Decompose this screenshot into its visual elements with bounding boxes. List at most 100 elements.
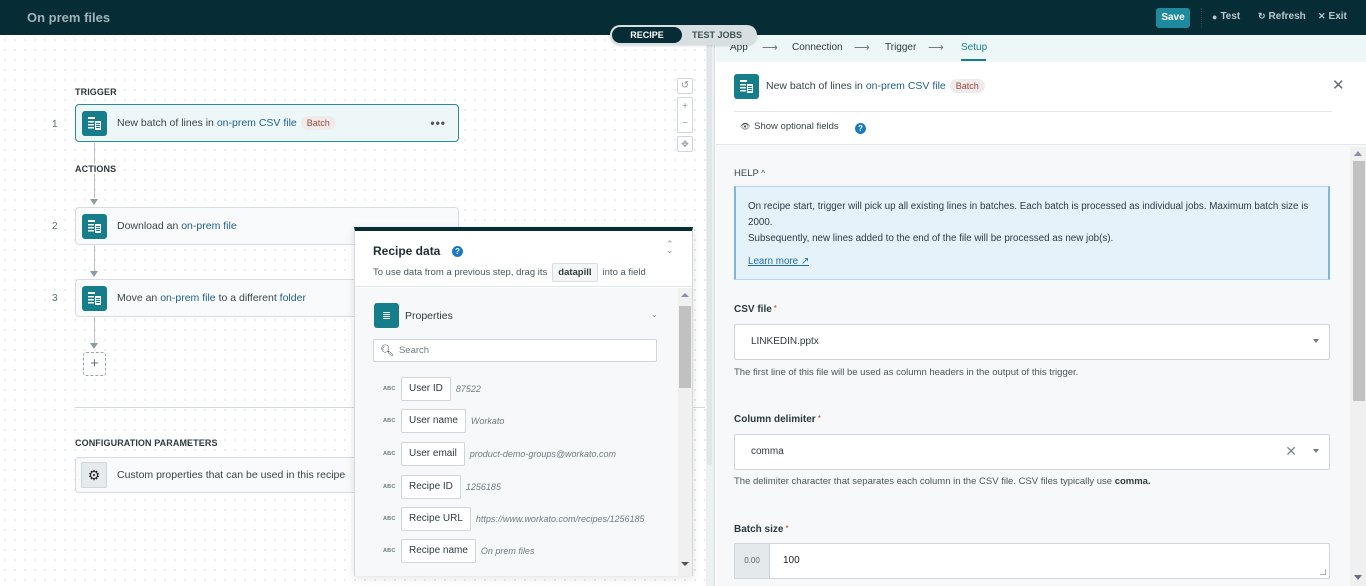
datapill[interactable]: User email: [401, 442, 465, 466]
test-button[interactable]: ● Test: [1212, 11, 1240, 22]
datapill-row: ABC Recipe URL https://www.workato.com/r…: [383, 507, 645, 531]
move-icon: ✥: [681, 139, 689, 149]
datapill[interactable]: Recipe name: [401, 539, 476, 563]
show-optional-fields-button[interactable]: 👁 Show optional fields: [740, 121, 839, 132]
scroll-down-icon[interactable]: [681, 562, 689, 566]
chevron-down-icon[interactable]: ⌄: [651, 310, 658, 319]
clear-icon[interactable]: ✕: [1285, 443, 1297, 460]
help-text-1: On recipe start, trigger will pick up al…: [748, 201, 1309, 228]
panel-splitter[interactable]: [706, 35, 715, 586]
panel-scrollbar[interactable]: [1350, 147, 1366, 586]
learn-more-link[interactable]: Learn more ↗: [748, 254, 809, 270]
caret-down-icon: [1313, 339, 1319, 343]
fit-view-button[interactable]: ✥: [677, 136, 693, 152]
string-type-icon: ABC: [383, 548, 396, 554]
config-section-label: CONFIGURATION PARAMETERS: [75, 438, 218, 448]
step-description: Move an on-prem file to a different fold…: [117, 292, 306, 304]
list-icon: ≣: [374, 303, 399, 328]
datapill-sample-value: product-demo-groups@workato.com: [469, 449, 616, 459]
wizard-step-trigger[interactable]: Trigger: [885, 42, 916, 53]
panel-header: New batch of lines in on-prem CSV file Ba…: [716, 62, 1366, 145]
datapill-row: ABC Recipe ID 1256185: [383, 475, 501, 499]
help-icon[interactable]: ?: [855, 123, 866, 134]
csv-file-select[interactable]: LINKEDIN.pptx: [734, 324, 1330, 360]
recipe-data-body: ≣ Properties ⌄ 🔍︎ Search ABC User ID 875…: [355, 288, 692, 576]
config-parameters[interactable]: ⚙ Custom properties that can be used in …: [75, 457, 365, 493]
exit-button[interactable]: ✕ Exit: [1318, 11, 1347, 22]
help-icon[interactable]: ?: [452, 246, 463, 257]
file-icon: [82, 213, 107, 239]
chevron-up-icon: ^: [761, 169, 766, 178]
wizard-breadcrumb: App ⟶ Connection ⟶ Trigger ⟶ Setup: [716, 35, 1366, 62]
save-button[interactable]: Save: [1156, 8, 1190, 28]
datapill-sample-value: 1256185: [465, 482, 501, 492]
close-panel-button[interactable]: ✕: [1332, 76, 1345, 94]
external-link-icon: ↗: [800, 256, 810, 267]
properties-section[interactable]: ≣ Properties: [374, 303, 453, 328]
batch-size-value: 100: [783, 555, 800, 566]
header-divider: [734, 111, 1332, 112]
scroll-up-icon[interactable]: [1354, 151, 1362, 156]
batch-size-input[interactable]: 0.00 100: [734, 543, 1330, 579]
splitter-handle[interactable]: [707, 45, 712, 465]
datapill[interactable]: Recipe URL: [401, 507, 471, 531]
zoom-out-button[interactable]: −: [682, 115, 688, 132]
batch-badge: Batch: [300, 116, 336, 130]
wizard-step-setup[interactable]: Setup: [961, 42, 987, 53]
reset-icon: ↺: [680, 80, 690, 91]
reset-view-button[interactable]: ↺: [677, 78, 693, 94]
scroll-down-icon[interactable]: [1354, 575, 1362, 580]
file-icon: [82, 285, 107, 311]
test-label: Test: [1220, 11, 1241, 22]
more-options-icon[interactable]: •••: [430, 116, 446, 130]
datapill-sample-value: 87522: [455, 384, 481, 394]
tab-recipe[interactable]: RECIPE: [612, 27, 682, 43]
properties-label: Properties: [405, 309, 453, 322]
datapill-row: ABC User name Workato: [383, 409, 504, 433]
datapill-row: ABC Recipe name On prem files: [383, 539, 534, 563]
string-type-icon: ABC: [383, 386, 396, 392]
file-icon: [734, 74, 759, 99]
expand-collapse-icon[interactable]: ⌃ ⌄: [666, 240, 674, 255]
scroll-up-icon[interactable]: [681, 293, 689, 297]
column-delimiter-value: comma: [751, 446, 784, 457]
arrow-right-icon: ⟶: [854, 42, 870, 54]
tab-test-jobs[interactable]: TEST JOBS: [682, 27, 752, 43]
exit-label: Exit: [1328, 11, 1347, 22]
string-type-icon: ABC: [383, 516, 396, 522]
connector-line: [94, 143, 95, 183]
arrow-down-icon: [90, 271, 98, 277]
column-delimiter-select[interactable]: comma ✕: [734, 434, 1330, 470]
zoom-in-button[interactable]: +: [682, 98, 688, 115]
number-type-tag: 0.00: [735, 544, 770, 578]
panel-title: New batch of lines in on-prem CSV file Ba…: [766, 79, 985, 93]
step-description: New batch of lines in on-prem CSV file Ba…: [117, 116, 336, 130]
config-description: Custom properties that can be used in th…: [117, 469, 346, 481]
connector-line: [94, 245, 95, 271]
resize-handle[interactable]: [1320, 569, 1326, 575]
refresh-button[interactable]: ↻ Refresh: [1258, 11, 1306, 22]
scrollbar-thumb[interactable]: [1353, 161, 1365, 401]
datapill-sample-value: https://www.workato.com/recipes/1256185: [475, 514, 645, 524]
active-step-indicator: [961, 59, 986, 61]
datapill[interactable]: User ID: [401, 377, 451, 401]
zoom-controls: + −: [677, 97, 693, 133]
wizard-step-connection[interactable]: Connection: [792, 42, 843, 53]
step-config-panel: New batch of lines in on-prem CSV file Ba…: [716, 62, 1366, 586]
scrollbar-thumb[interactable]: [679, 306, 691, 388]
help-toggle[interactable]: HELP ^: [734, 168, 765, 179]
batch-badge: Batch: [949, 79, 985, 93]
datapill-search-input[interactable]: 🔍︎ Search: [373, 339, 657, 362]
arrow-down-icon: [90, 199, 98, 205]
trigger-step[interactable]: New batch of lines in on-prem CSV file Ba…: [75, 104, 459, 142]
file-icon: [82, 110, 107, 136]
close-icon: ✕: [1318, 11, 1326, 21]
gear-icon: ⚙: [81, 462, 107, 488]
search-placeholder: Search: [398, 345, 430, 356]
search-icon: 🔍︎: [380, 345, 394, 357]
datapill[interactable]: Recipe ID: [401, 475, 461, 499]
trigger-section-label: TRIGGER: [75, 87, 117, 97]
datapill[interactable]: User name: [401, 409, 466, 433]
recipe-data-scrollbar[interactable]: [678, 288, 692, 576]
add-step-button[interactable]: +: [83, 352, 106, 376]
